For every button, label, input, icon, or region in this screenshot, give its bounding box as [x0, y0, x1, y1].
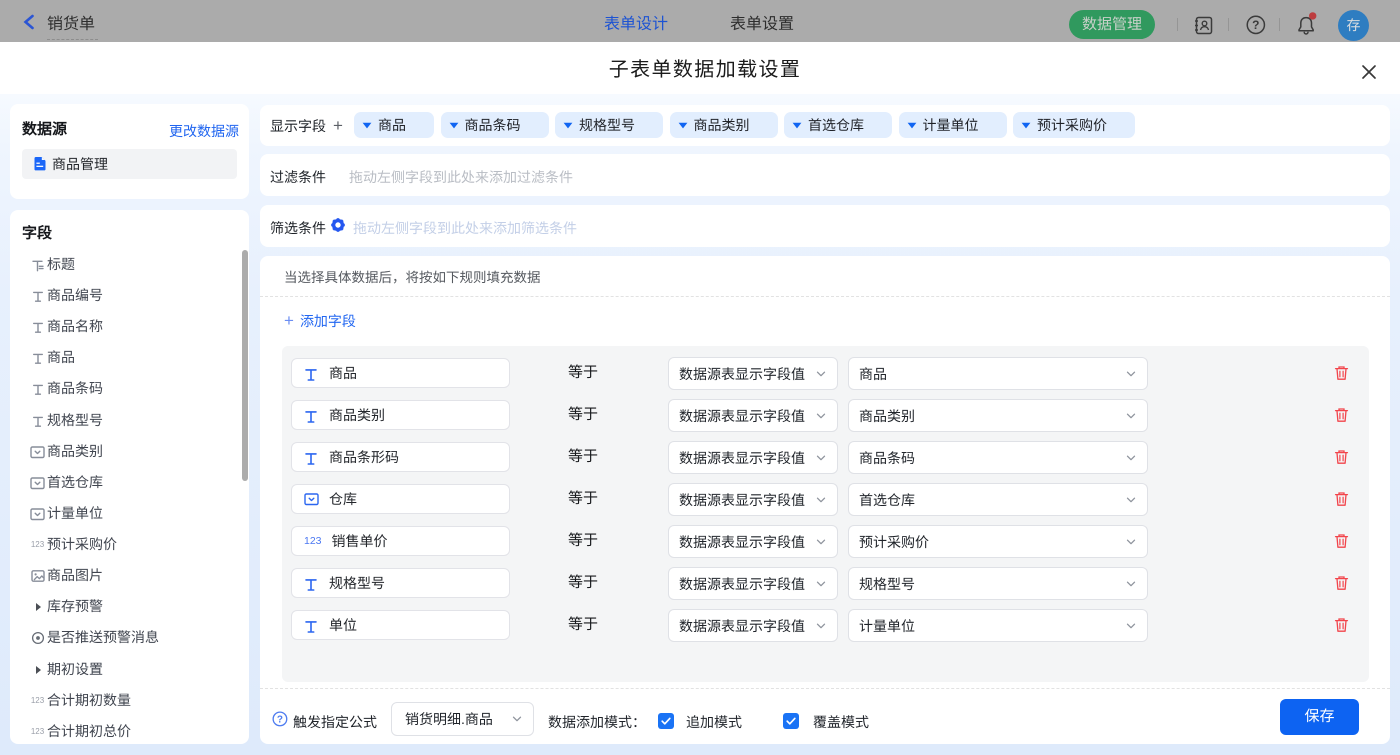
svg-text:?: ?	[1252, 18, 1259, 32]
svg-text:?: ?	[277, 715, 283, 726]
